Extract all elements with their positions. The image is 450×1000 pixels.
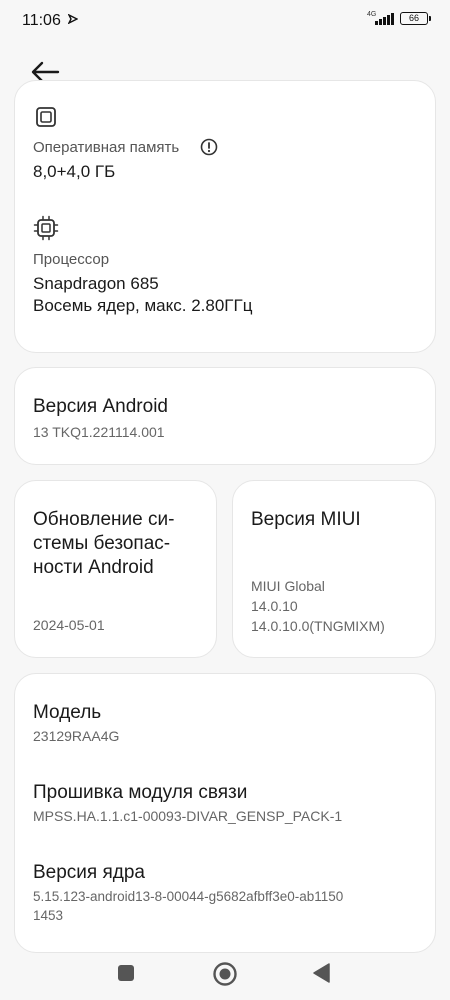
signal-icon: 4G xyxy=(367,10,394,25)
security-update-title-line-3: ности Android xyxy=(33,557,154,578)
processor-label: Процессор xyxy=(33,251,110,268)
android-version-title: Версия Android xyxy=(33,396,168,417)
memory-value: 8,0+4,0 ГБ xyxy=(33,162,116,181)
system-navigation-bar xyxy=(0,950,450,1000)
model-title: Модель xyxy=(33,702,102,723)
kernel-value-line-1: 5.15.123-android13-8-00044-g5682afbff3e0… xyxy=(33,889,344,904)
network-type: 4G xyxy=(367,10,377,18)
processor-name: Snapdragon 685 xyxy=(33,274,159,293)
security-update-date: 2024-05-01 xyxy=(33,617,105,633)
status-bar: 11:06 4G 66 xyxy=(0,0,450,44)
status-time: 11:06 xyxy=(22,12,61,29)
security-update-title-line-2: стемы безопас- xyxy=(33,533,171,554)
processor-detail: Восемь ядер, макс. 2.80ГГц xyxy=(33,296,253,315)
info-icon[interactable] xyxy=(200,138,218,156)
navigation-arrow-icon xyxy=(68,14,78,24)
memory-chip-icon xyxy=(36,107,56,127)
baseband-value: MPSS.HA.1.1.c1-00093-DIVAR_GENSP_PACK-1 xyxy=(33,808,343,824)
kernel-title: Версия ядра xyxy=(33,862,145,883)
android-version-value: 13 TKQ1.221114.001 xyxy=(33,424,165,440)
baseband-title: Прошивка модуля связи xyxy=(33,782,248,803)
recents-square-icon[interactable] xyxy=(117,964,135,982)
battery-icon: 66 xyxy=(400,12,431,25)
home-circle-icon[interactable] xyxy=(212,961,238,987)
miui-version-line-2: 14.0.10 xyxy=(251,598,298,614)
status-indicators: 4G 66 xyxy=(367,10,431,25)
back-triangle-icon[interactable] xyxy=(313,963,331,983)
security-update-title-line-1: Обновление си- xyxy=(33,509,175,530)
processor-chip-icon xyxy=(33,215,59,241)
miui-version-line-3: 14.0.10.0(TNGMIXM) xyxy=(251,618,385,634)
miui-version-line-1: MIUI Global xyxy=(251,578,325,594)
memory-label: Оперативная память xyxy=(33,139,180,156)
kernel-value-line-2: 1453 xyxy=(33,908,64,923)
battery-level: 66 xyxy=(408,13,419,23)
model-value: 23129RAA4G xyxy=(33,728,120,744)
miui-version-title: Версия MIUI xyxy=(251,509,361,530)
